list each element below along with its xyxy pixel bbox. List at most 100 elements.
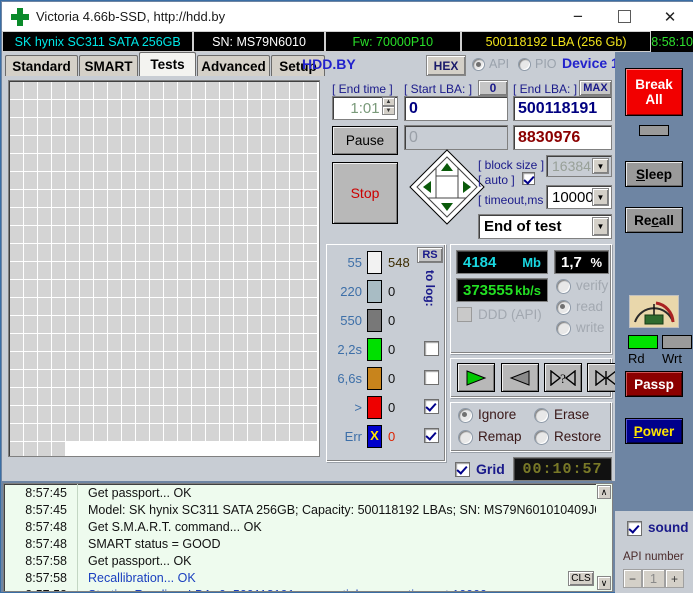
- legend-log-checkbox[interactable]: [424, 370, 439, 385]
- block-map-cell: [122, 352, 135, 369]
- start-lba-input[interactable]: 0: [404, 96, 508, 121]
- read-radio[interactable]: [556, 300, 571, 315]
- block-map-cell: [234, 82, 247, 99]
- tab-smart[interactable]: SMART: [79, 55, 138, 76]
- block-map-cell: [290, 406, 303, 423]
- block-size-combo[interactable]: 16384 ▼: [546, 155, 612, 177]
- block-size-chevron-down-icon[interactable]: ▼: [592, 158, 609, 174]
- end-lba-max-button[interactable]: MAX: [579, 80, 612, 96]
- ignore-radio[interactable]: [458, 408, 473, 423]
- block-map-cell: [276, 208, 289, 225]
- block-map-cell: [150, 406, 163, 423]
- block-map-cell: [10, 442, 23, 456]
- sleep-button[interactable]: Sleep: [625, 161, 683, 187]
- block-map-cell: [122, 424, 135, 441]
- api-mode-radio[interactable]: [472, 58, 485, 71]
- grid-label: Grid: [476, 461, 505, 477]
- break-all-button[interactable]: Break All: [625, 68, 683, 116]
- block-map-cell: [52, 136, 65, 153]
- random-test-button[interactable]: ?: [544, 363, 582, 392]
- block-map-cell: [248, 82, 261, 99]
- log-scroll-up-button[interactable]: ∧: [597, 485, 611, 499]
- block-map-cell: [178, 316, 191, 333]
- block-map-cell: [94, 316, 107, 333]
- block-map-cell: [234, 226, 247, 243]
- maximize-button[interactable]: [601, 2, 647, 31]
- end-lba-input[interactable]: 500118191: [513, 96, 612, 121]
- device-label: Device 1: [562, 55, 619, 71]
- reverse-test-button[interactable]: [501, 363, 539, 392]
- end-of-test-combo[interactable]: End of test ▼: [478, 214, 612, 239]
- api-number-decrement[interactable]: −: [623, 569, 642, 588]
- legend-log-checkbox[interactable]: [424, 399, 439, 414]
- write-radio[interactable]: [556, 321, 571, 336]
- legend-count: 548: [388, 254, 410, 270]
- start-test-button[interactable]: [457, 363, 495, 392]
- block-map-cell: [234, 406, 247, 423]
- clear-log-button[interactable]: CLS: [568, 571, 594, 586]
- block-map-cell: [192, 82, 205, 99]
- block-map[interactable]: [8, 80, 320, 457]
- api-number-value[interactable]: 1: [642, 569, 665, 588]
- block-map-cell: [206, 154, 219, 171]
- end-time-spinner[interactable]: ▲ ▼: [382, 97, 395, 119]
- grid-checkbox[interactable]: [455, 462, 470, 477]
- block-map-cell: [80, 406, 93, 423]
- legend-log-checkbox[interactable]: [424, 341, 439, 356]
- block-map-cell: [262, 100, 275, 117]
- tab-advanced[interactable]: Advanced: [197, 55, 270, 76]
- block-map-cell: [122, 172, 135, 189]
- log-scrollbar[interactable]: ∧ ∨: [596, 484, 612, 591]
- block-map-cell: [38, 262, 51, 279]
- block-map-cell: [192, 298, 205, 315]
- block-map-cell: [192, 262, 205, 279]
- pause-button[interactable]: Pause: [332, 126, 398, 155]
- block-map-cell: [136, 244, 149, 261]
- erase-radio[interactable]: [534, 408, 549, 423]
- block-map-cell: [24, 316, 37, 333]
- log-entry-time: 8:57:58: [25, 553, 67, 568]
- sound-checkbox[interactable]: [627, 521, 642, 536]
- block-map-cell: [276, 136, 289, 153]
- hex-button[interactable]: HEX: [426, 55, 466, 76]
- block-map-cell: [290, 244, 303, 261]
- log-panel[interactable]: 8:57:45 Get passport... OK 8:57:45 Model: S…: [3, 483, 613, 592]
- block-map-cell: [66, 154, 79, 171]
- maximize-icon: [617, 10, 631, 23]
- navigation-pad[interactable]: [408, 148, 486, 226]
- restore-radio[interactable]: [534, 430, 549, 445]
- block-map-cell: [220, 352, 233, 369]
- timeout-combo[interactable]: 10000 ▼: [546, 185, 612, 209]
- timeout-chevron-down-icon[interactable]: ▼: [592, 188, 609, 206]
- auto-block-size-checkbox[interactable]: [522, 172, 535, 185]
- block-map-cell: [94, 352, 107, 369]
- stop-button[interactable]: Stop: [332, 162, 398, 224]
- block-map-cell: [234, 424, 247, 441]
- start-lba-reset-button[interactable]: 0: [478, 80, 508, 96]
- block-map-cell: [206, 370, 219, 387]
- current-position-value: 8830976: [518, 128, 581, 146]
- block-map-cell: [220, 316, 233, 333]
- end-of-test-chevron-down-icon[interactable]: ▼: [592, 217, 609, 236]
- block-map-cell: [122, 226, 135, 243]
- api-number-increment[interactable]: +: [665, 569, 684, 588]
- block-map-cell: [136, 352, 149, 369]
- block-map-grid[interactable]: [10, 82, 318, 456]
- close-button[interactable]: ✕: [647, 2, 693, 31]
- end-time-spin-up[interactable]: ▲: [382, 97, 395, 106]
- log-scroll-down-button[interactable]: ∨: [597, 576, 611, 590]
- passport-button[interactable]: Passp: [625, 371, 683, 397]
- recall-button[interactable]: Recall: [625, 207, 683, 233]
- remap-radio[interactable]: [458, 430, 473, 445]
- legend-log-checkbox[interactable]: [424, 428, 439, 443]
- block-map-cell: [178, 100, 191, 117]
- end-time-spin-down[interactable]: ▼: [382, 106, 395, 115]
- verify-radio[interactable]: [556, 279, 571, 294]
- block-map-cell: [248, 334, 261, 351]
- block-map-cell: [178, 262, 191, 279]
- ddd-api-checkbox[interactable]: [457, 307, 472, 322]
- tab-standard[interactable]: Standard: [5, 55, 78, 76]
- tab-tests[interactable]: Tests: [139, 52, 196, 76]
- pio-mode-radio[interactable]: [518, 58, 531, 71]
- power-button[interactable]: Power: [625, 418, 683, 444]
